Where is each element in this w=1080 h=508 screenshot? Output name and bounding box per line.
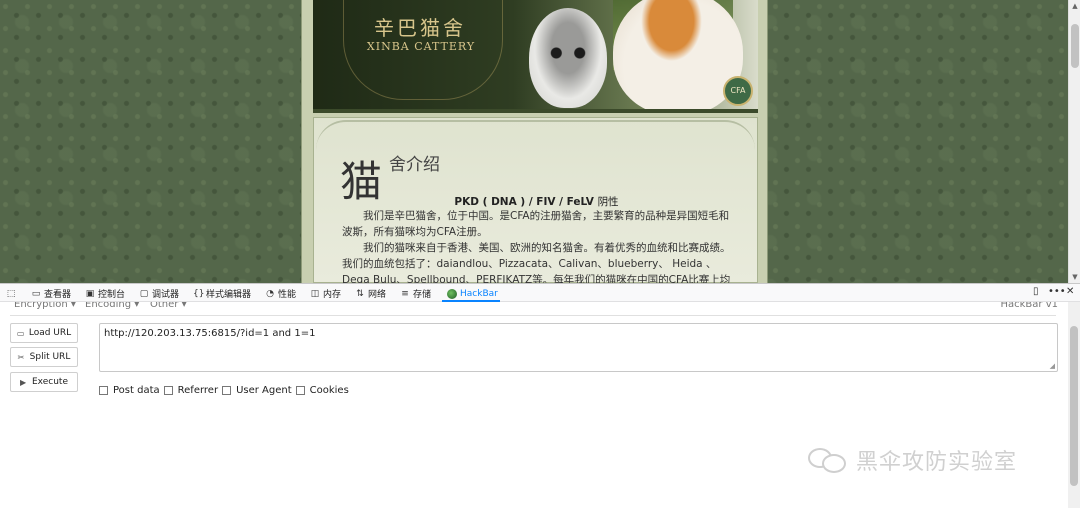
wechat-logo-icon <box>808 446 848 474</box>
cat-photo-1 <box>529 8 607 108</box>
health-tests: PKD ( DNA ) / FIV / FeLV <box>454 196 594 208</box>
devtools-scrollbar[interactable] <box>1068 302 1080 508</box>
watermark: 黑伞攻防实验室 <box>808 444 1017 476</box>
hackbar-version: HackBar v1 <box>1000 302 1059 310</box>
hackbar-icon <box>447 288 457 299</box>
tab-hackbar[interactable]: HackBar <box>447 287 498 300</box>
cfa-badge-icon: CFA <box>723 76 753 106</box>
url-value: http://120.203.13.75:6815/?id=1 and 1=1 <box>104 328 316 339</box>
dock-icon[interactable]: ▯ <box>1033 286 1039 297</box>
tab-style-editor-label: 样式编辑器 <box>206 290 252 300</box>
page-scroll-thumb[interactable] <box>1071 24 1079 68</box>
health-status: PKD ( DNA ) / FIV / FeLV 阴性 <box>314 194 759 209</box>
devtools-scroll-thumb[interactable] <box>1070 326 1078 486</box>
load-url-icon: ▭ <box>16 328 25 338</box>
tab-debugger-label: 调试器 <box>152 290 180 300</box>
intro-panel: 猫 舍介绍 PKD ( DNA ) / FIV / FeLV 阴性 我们是辛巴猫… <box>313 117 758 283</box>
network-icon: ⇅ <box>356 288 364 299</box>
tab-memory[interactable]: ◫ 内存 <box>310 287 342 301</box>
execute-button[interactable]: ▶ Execute <box>10 372 78 392</box>
page-scrollbar[interactable]: ▲ ▼ <box>1068 0 1080 283</box>
more-icon[interactable]: ••• <box>1048 286 1066 297</box>
tab-performance[interactable]: ◔ 性能 <box>265 287 297 301</box>
tab-console[interactable]: ▣ 控制台 <box>85 287 126 301</box>
watermark-text: 黑伞攻防实验室 <box>856 450 1018 475</box>
load-url-label: Load URL <box>28 328 72 338</box>
user-agent-label: User Agent <box>236 384 292 396</box>
post-data-checkbox[interactable] <box>99 385 108 395</box>
tab-storage[interactable]: ≡ 存储 <box>400 287 432 301</box>
tab-inspector[interactable]: ▭ 查看器 <box>31 287 72 301</box>
scroll-down-icon[interactable]: ▼ <box>1069 271 1080 283</box>
banner-title: 辛巴猫舍 <box>374 16 466 40</box>
tab-debugger[interactable]: ▢ 调试器 <box>139 287 180 301</box>
cookies-option[interactable]: Cookies <box>295 384 349 396</box>
menu-other[interactable]: Other ▾ <box>150 302 187 310</box>
split-url-button[interactable]: ✂ Split URL <box>10 347 78 367</box>
close-icon[interactable]: ✕ <box>1066 286 1074 297</box>
memory-icon: ◫ <box>310 288 320 299</box>
referrer-option[interactable]: Referrer <box>163 384 219 396</box>
performance-icon: ◔ <box>266 288 274 299</box>
tab-network[interactable]: ⇅ 网络 <box>355 287 387 301</box>
user-agent-option[interactable]: User Agent <box>222 385 292 396</box>
storage-icon: ≡ <box>401 288 409 299</box>
resize-grip-icon[interactable]: ◢ <box>1050 362 1055 370</box>
cookies-label: Cookies <box>309 384 349 396</box>
element-picker-icon[interactable]: ⬚ <box>6 287 16 300</box>
tab-hackbar-label: HackBar <box>460 288 498 299</box>
menu-encoding[interactable]: Encoding ▾ <box>85 302 139 310</box>
request-options: Post data Referrer User Agent Cookies <box>99 383 353 397</box>
style-editor-icon: {} <box>193 288 205 299</box>
post-data-label: Post data <box>113 384 160 396</box>
scroll-up-icon[interactable]: ▲ <box>1069 0 1080 12</box>
referrer-checkbox[interactable] <box>163 385 173 395</box>
devtools-panel: ⬚ ▭ 查看器 ▣ 控制台 ▢ 调试器 {} 样式编辑器 ◔ 性能 ◫ 内存 ⇅ 网络 ≡ 存储… <box>0 283 1080 508</box>
intro-heading: 舍介绍 <box>389 155 440 175</box>
execute-label: Execute <box>32 377 68 387</box>
devtools-toolbar: ⬚ ▭ 查看器 ▣ 控制台 ▢ 调试器 {} 样式编辑器 ◔ 性能 ◫ 内存 ⇅ 网络 ≡ 存储… <box>0 284 1080 302</box>
tab-memory-label: 内存 <box>323 290 342 300</box>
post-data-option[interactable]: Post data <box>99 385 160 396</box>
load-url-button[interactable]: ▭ Load URL <box>10 323 78 343</box>
cookies-checkbox[interactable] <box>295 385 305 395</box>
split-url-label: Split URL <box>29 352 71 362</box>
tab-network-label: 网络 <box>368 290 387 300</box>
banner-subtitle: XINBA CATTERY <box>366 40 476 53</box>
split-url-icon: ✂ <box>17 352 25 362</box>
hackbar-divider <box>10 315 1056 316</box>
tab-style-editor[interactable]: {} 样式编辑器 <box>193 287 252 301</box>
health-result: 阴性 <box>597 196 619 208</box>
intro-paragraph-1: 我们是辛巴猫舍，位于中国。是CFA的注册猫舍，主要繁育的品种是异国短毛和波斯，所… <box>342 210 730 238</box>
tab-console-label: 控制台 <box>98 290 126 300</box>
perfikatz-link[interactable]: ERFIKATZ <box>482 274 532 283</box>
console-icon: ▣ <box>85 288 95 299</box>
user-agent-checkbox[interactable] <box>222 385 232 395</box>
menu-encryption[interactable]: Encryption ▾ <box>14 302 76 310</box>
hackbar-menu: Encryption ▾ Encoding ▾ Other ▾ HackBar … <box>0 302 1080 316</box>
tab-inspector-label: 查看器 <box>44 290 72 300</box>
page-viewport: 辛巴猫舍 XINBA CATTERY CFA 猫 舍介绍 PKD ( DNA )… <box>0 0 1068 283</box>
tab-performance-label: 性能 <box>278 290 297 300</box>
site-banner: 辛巴猫舍 XINBA CATTERY CFA <box>313 0 758 113</box>
tab-storage-label: 存储 <box>413 290 432 300</box>
referrer-label: Referrer <box>177 384 219 396</box>
intro-paragraph-2: 我们的猫咪来自于香港、美国、欧洲的知名猫舍。有着优秀的血统和比赛成绩。我们的血统… <box>342 240 734 283</box>
execute-icon: ▶ <box>20 377 27 387</box>
debugger-icon: ▢ <box>139 288 149 299</box>
inspector-icon: ▭ <box>31 288 41 299</box>
cattery-site: 辛巴猫舍 XINBA CATTERY CFA 猫 舍介绍 PKD ( DNA )… <box>301 0 768 283</box>
url-input[interactable]: http://120.203.13.75:6815/?id=1 and 1=1 … <box>99 323 1058 372</box>
